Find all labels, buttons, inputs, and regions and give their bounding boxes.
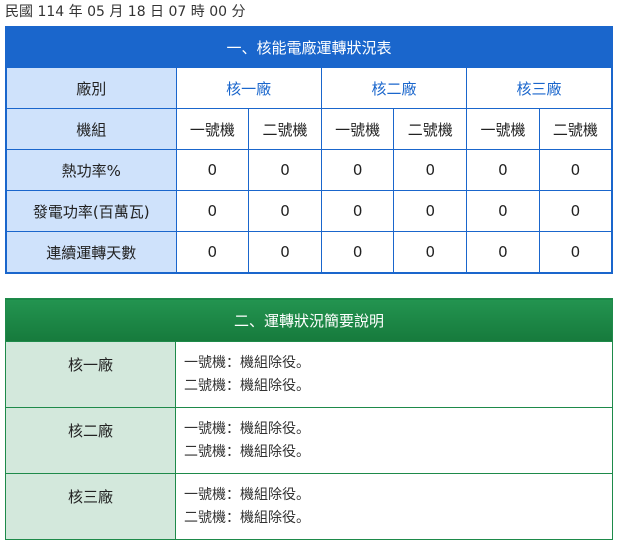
summary-desc-2: 一號機：機組除役。 二號機：機組除役。 xyxy=(175,407,613,474)
table-cell: 0 xyxy=(320,190,395,232)
table-cell: 0 xyxy=(538,190,613,232)
table-cell: 0 xyxy=(175,149,250,191)
timestamp: 民國 114 年 05 月 18 日 07 時 00 分 xyxy=(5,4,246,20)
table-cell: 0 xyxy=(248,190,322,232)
plant-header-3: 核三廠 xyxy=(466,67,613,109)
summary-line: 二號機：機組除役。 xyxy=(184,378,310,394)
unit-header: 一號機 xyxy=(320,108,395,150)
unit-header: 一號機 xyxy=(175,108,250,150)
row-label-generation-power: 發電功率(百萬瓦) xyxy=(5,190,177,232)
table-cell: 0 xyxy=(393,231,468,274)
table-cell: 0 xyxy=(393,149,468,191)
table-row: 連續運轉天數 0 0 0 0 0 0 xyxy=(5,231,613,274)
summary-line: 一號機：機組除役。 xyxy=(184,355,310,371)
summary-line: 一號機：機組除役。 xyxy=(184,487,310,503)
summary-plant-1: 核一廠 xyxy=(5,341,176,408)
table1-title: 一、核能電廠運轉狀況表 xyxy=(5,26,613,68)
plant-header-1: 核一廠 xyxy=(175,67,322,109)
table-cell: 0 xyxy=(466,231,540,274)
row-label-thermal-power: 熱功率% xyxy=(5,149,177,191)
status-summary-table: 二、運轉狀況簡要說明 核一廠 一號機：機組除役。 二號機：機組除役。 核二廠 一… xyxy=(5,298,613,540)
table-row: 熱功率% 0 0 0 0 0 0 xyxy=(5,149,613,191)
table-cell: 0 xyxy=(320,149,395,191)
table-row: 發電功率(百萬瓦) 0 0 0 0 0 0 xyxy=(5,190,613,232)
summary-plant-2: 核二廠 xyxy=(5,407,176,474)
table-row: 核一廠 一號機：機組除役。 二號機：機組除役。 xyxy=(5,341,613,408)
unit-header: 二號機 xyxy=(538,108,613,150)
table-cell: 0 xyxy=(466,149,540,191)
table-row: 核三廠 一號機：機組除役。 二號機：機組除役。 xyxy=(5,473,613,540)
table-row: 核二廠 一號機：機組除役。 二號機：機組除役。 xyxy=(5,407,613,474)
unit-header: 二號機 xyxy=(393,108,468,150)
summary-line: 二號機：機組除役。 xyxy=(184,444,310,460)
table-cell: 0 xyxy=(538,231,613,274)
unit-row-label: 機組 xyxy=(5,108,177,150)
table-cell: 0 xyxy=(393,190,468,232)
plant-header-2: 核二廠 xyxy=(320,67,468,109)
plant-row-label: 廠別 xyxy=(5,67,177,109)
table-cell: 0 xyxy=(466,190,540,232)
table-cell: 0 xyxy=(175,190,250,232)
table-cell: 0 xyxy=(320,231,395,274)
table-cell: 0 xyxy=(538,149,613,191)
summary-desc-1: 一號機：機組除役。 二號機：機組除役。 xyxy=(175,341,613,408)
summary-line: 二號機：機組除役。 xyxy=(184,510,310,526)
summary-desc-3: 一號機：機組除役。 二號機：機組除役。 xyxy=(175,473,613,540)
table2-title: 二、運轉狀況簡要說明 xyxy=(5,298,613,342)
unit-header: 一號機 xyxy=(466,108,540,150)
plant-status-table: 一、核能電廠運轉狀況表 廠別 核一廠 核二廠 核三廠 機組 一號機 二號機 一號… xyxy=(5,26,613,274)
table-cell: 0 xyxy=(175,231,250,274)
unit-header: 二號機 xyxy=(248,108,322,150)
summary-plant-3: 核三廠 xyxy=(5,473,176,540)
table-cell: 0 xyxy=(248,231,322,274)
summary-line: 一號機：機組除役。 xyxy=(184,421,310,437)
table-cell: 0 xyxy=(248,149,322,191)
row-label-continuous-days: 連續運轉天數 xyxy=(5,231,177,274)
